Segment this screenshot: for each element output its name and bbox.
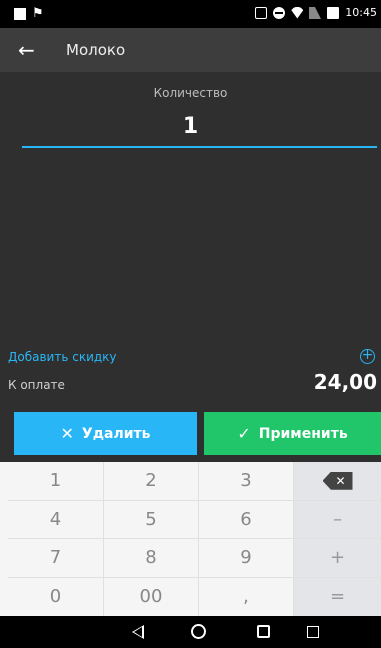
delete-button[interactable]: ✕ Удалить: [14, 412, 197, 455]
key-7[interactable]: 7: [8, 539, 104, 578]
key-00[interactable]: 00: [104, 577, 199, 616]
signal-icon: [309, 6, 322, 19]
add-discount-link[interactable]: Добавить скидку: [8, 350, 117, 364]
nav-home-icon[interactable]: [191, 624, 206, 639]
key-comma[interactable]: ,: [199, 577, 294, 616]
key-backspace[interactable]: ✕: [294, 462, 381, 501]
flag-icon: ⚑: [32, 6, 44, 21]
key-9[interactable]: 9: [199, 539, 294, 578]
key-4[interactable]: 4: [8, 500, 104, 539]
back-arrow-icon[interactable]: ←: [18, 38, 35, 62]
cast-icon: [255, 6, 268, 19]
app-bar: ← Молоко: [0, 28, 381, 72]
apply-button[interactable]: ✓ Применить: [204, 412, 381, 455]
key-plus[interactable]: +: [294, 539, 381, 578]
key-8[interactable]: 8: [104, 539, 199, 578]
nav-back-icon[interactable]: [132, 625, 144, 639]
do-not-disturb-icon: [273, 6, 286, 19]
quantity-label: Количество: [153, 86, 228, 100]
key-0[interactable]: 0: [8, 577, 104, 616]
quantity-underline: [22, 146, 377, 148]
key-2[interactable]: 2: [104, 462, 199, 501]
key-equals[interactable]: =: [294, 577, 381, 616]
page-title: Молоко: [66, 41, 126, 59]
nav-recents-icon[interactable]: [257, 625, 270, 638]
wifi-icon: [291, 6, 304, 19]
key-6[interactable]: 6: [199, 500, 294, 539]
close-icon: ✕: [60, 424, 74, 443]
clock: 10:45: [345, 6, 377, 19]
screen-rotate-icon[interactable]: [307, 626, 319, 638]
numeric-keypad: 1 2 3 ✕ 4 5 6 – 7 8 9 + 0 00 , =: [0, 462, 381, 616]
check-icon: ✓: [237, 424, 251, 443]
notification-square-icon: [14, 8, 26, 20]
key-minus[interactable]: –: [294, 500, 381, 539]
key-1[interactable]: 1: [8, 462, 104, 501]
apply-button-label: Применить: [258, 425, 348, 442]
system-nav-bar: [0, 616, 381, 648]
plus-circle-icon[interactable]: +: [360, 348, 375, 364]
quantity-input[interactable]: 1: [0, 114, 381, 139]
status-icons: 10:45: [255, 6, 377, 19]
payment-amount: 24,00: [313, 370, 377, 394]
status-bar: ⚑ 10:45: [0, 0, 381, 28]
key-5[interactable]: 5: [104, 500, 199, 539]
payment-label: К оплате: [8, 378, 65, 392]
backspace-icon: ✕: [322, 471, 353, 490]
delete-button-label: Удалить: [81, 425, 151, 442]
quantity-panel: Количество 1 Добавить скидку + К оплате …: [0, 72, 381, 410]
action-buttons: ✕ Удалить ✓ Применить: [0, 410, 381, 462]
key-3[interactable]: 3: [199, 462, 294, 501]
battery-icon: [327, 6, 340, 19]
